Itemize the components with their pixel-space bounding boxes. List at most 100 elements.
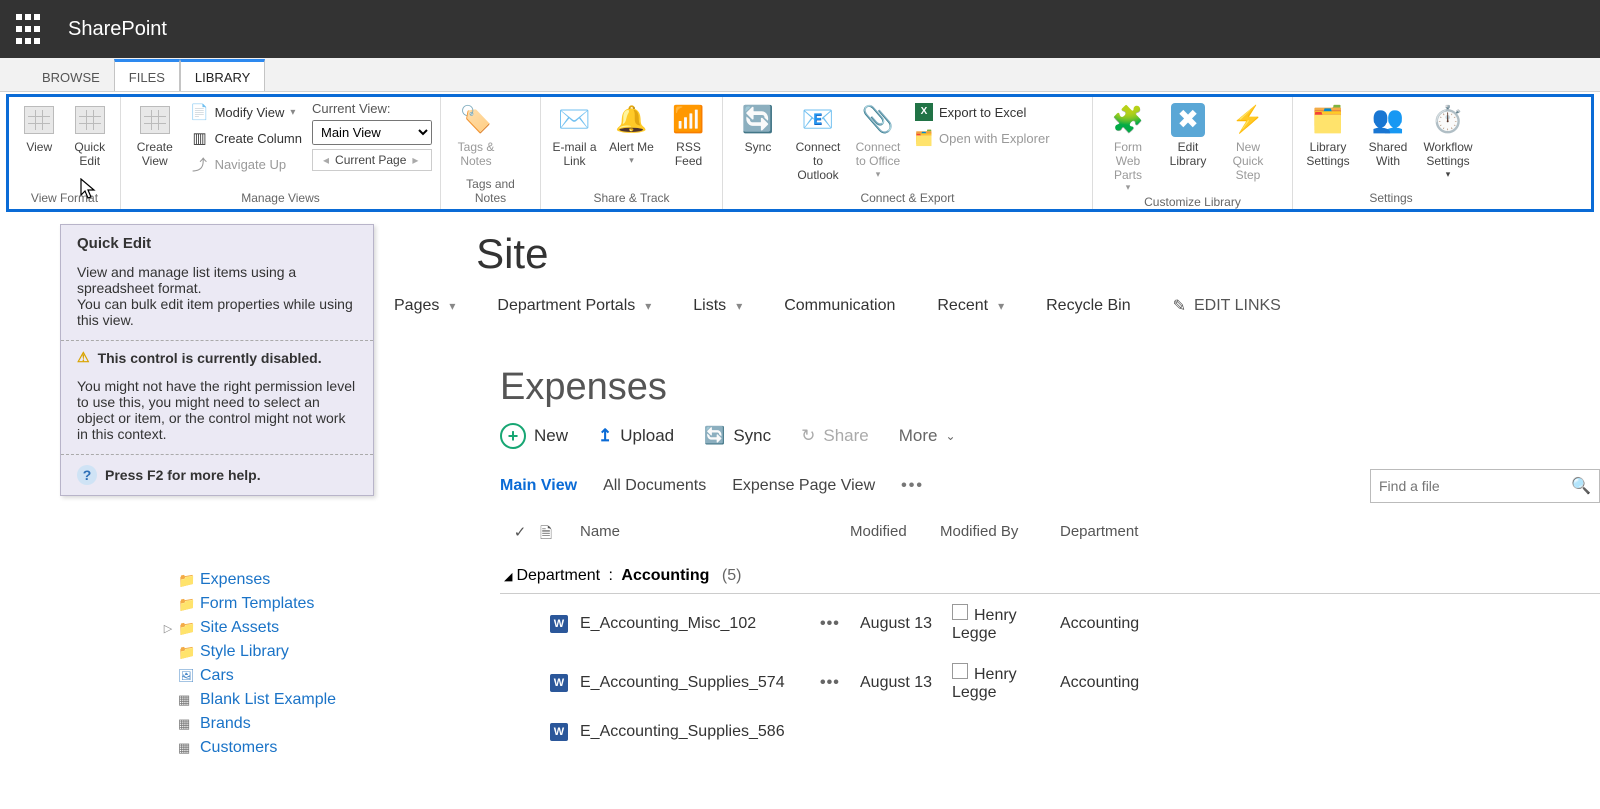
file-name: E_Accounting_Supplies_574: [580, 674, 820, 692]
edit-library-button[interactable]: ✖Edit Library: [1161, 101, 1215, 169]
tab-files[interactable]: FILES: [114, 59, 180, 91]
upload-button[interactable]: ↥Upload: [598, 426, 674, 446]
pencil-icon: ✎: [1173, 296, 1186, 316]
view-all-documents[interactable]: All Documents: [603, 477, 706, 495]
current-view-select[interactable]: Main View: [312, 120, 432, 145]
navigate-up-button[interactable]: ⤴Navigate Up: [187, 153, 306, 175]
chevron-down-icon: ▾: [876, 169, 881, 179]
list-item[interactable]: W E_Accounting_Supplies_586: [500, 712, 1600, 751]
list-icon: ▦: [178, 692, 196, 708]
col-modified-by[interactable]: Modified By: [940, 523, 1060, 548]
view-button[interactable]: View: [17, 101, 62, 155]
col-department[interactable]: Department: [1060, 523, 1180, 548]
file-name: E_Accounting_Misc_102: [580, 615, 820, 633]
list-icon: ▦: [178, 740, 196, 756]
chevron-down-icon: ▾: [1126, 182, 1131, 192]
tree-customers[interactable]: Customers: [200, 739, 277, 757]
tree-blank-list[interactable]: Blank List Example: [200, 691, 336, 709]
library-settings-button[interactable]: 🗂️Library Settings: [1301, 101, 1355, 169]
word-icon: W: [550, 615, 568, 633]
modify-view-button[interactable]: 📄Modify View ▾: [187, 101, 306, 123]
nav-pages[interactable]: Pages▾: [394, 297, 455, 315]
outlook-icon: 📧: [801, 103, 835, 137]
chevron-down-icon: ▾: [998, 299, 1004, 313]
view-expense-page[interactable]: Expense Page View: [732, 477, 875, 495]
sync-button[interactable]: 🔄Sync: [731, 101, 785, 155]
suite-bar: SharePoint: [0, 0, 1600, 58]
alert-me-button[interactable]: 🔔Alert Me▾: [606, 101, 657, 165]
email-link-button[interactable]: ✉️E-mail a Link: [549, 101, 600, 169]
file-dept: Accounting: [1060, 674, 1180, 692]
nav-recent[interactable]: Recent▾: [937, 297, 1004, 315]
new-quick-step-button[interactable]: ⚡New Quick Step: [1221, 101, 1275, 182]
excel-icon: X: [915, 103, 933, 121]
ribbon-highlight: View Quick Edit View Format Create View …: [6, 94, 1594, 212]
tab-library[interactable]: LIBRARY: [180, 59, 265, 91]
upload-icon: ↥: [598, 426, 612, 446]
edit-links-button[interactable]: ✎EDIT LINKS: [1173, 296, 1281, 316]
word-icon: W: [550, 723, 568, 741]
sync-button-toolbar[interactable]: 🔄Sync: [704, 426, 771, 446]
form-web-parts-button[interactable]: 🧩Form Web Parts▾: [1101, 101, 1155, 193]
list-item[interactable]: W E_Accounting_Supplies_574 ••• August 1…: [500, 653, 1600, 712]
folder-icon: 📁: [178, 572, 196, 589]
shared-with-button[interactable]: 👥Shared With: [1361, 101, 1415, 169]
nav-department-portals[interactable]: Department Portals▾: [497, 297, 651, 315]
tag-icon: 🏷️: [459, 103, 493, 137]
modify-view-icon: 📄: [191, 103, 209, 121]
library-title: Expenses: [500, 366, 1600, 409]
navigate-up-icon: ⤴: [191, 155, 209, 173]
list-item[interactable]: W E_Accounting_Misc_102 ••• August 13 He…: [500, 594, 1600, 653]
tree-cars[interactable]: Cars: [200, 667, 234, 685]
checkbox[interactable]: [952, 663, 968, 679]
connect-outlook-button[interactable]: 📧Connect to Outlook: [791, 101, 845, 182]
checkbox[interactable]: [952, 604, 968, 620]
site-title: ProjeSite: [378, 230, 1600, 278]
tab-browse[interactable]: BROWSE: [28, 62, 114, 91]
item-menu-icon[interactable]: •••: [820, 674, 860, 692]
rss-icon: 📶: [672, 103, 706, 137]
create-view-button[interactable]: Create View: [129, 101, 181, 169]
col-name[interactable]: Name: [580, 523, 850, 548]
group-manage-views: Manage Views: [129, 189, 432, 209]
more-button[interactable]: More⌄: [899, 426, 956, 446]
chevron-down-icon: ▾: [449, 299, 455, 313]
search-icon[interactable]: 🔍: [1571, 476, 1591, 496]
view-more-icon[interactable]: •••: [901, 477, 924, 495]
new-button[interactable]: +New: [500, 423, 568, 449]
connect-office-button[interactable]: 📎Connect to Office▾: [851, 101, 905, 179]
open-explorer-button[interactable]: 🗂️Open with Explorer: [911, 127, 1054, 149]
tags-notes-button[interactable]: 🏷️ Tags & Notes: [449, 101, 503, 169]
expand-icon[interactable]: ▷: [162, 622, 174, 635]
create-column-icon: ▥: [191, 129, 209, 147]
tags-notes-label: Tags & Notes: [449, 141, 503, 169]
current-page-button[interactable]: ◂Current Page▸: [312, 149, 432, 171]
nav-communication[interactable]: Communication: [784, 297, 895, 315]
create-column-button[interactable]: ▥Create Column: [187, 127, 306, 149]
workflow-settings-button[interactable]: ⏱️Workflow Settings▾: [1421, 101, 1475, 179]
tree-brands[interactable]: Brands: [200, 715, 251, 733]
tooltip-desc2: You can bulk edit item properties while …: [77, 296, 357, 328]
check-all[interactable]: ✓: [500, 523, 540, 548]
quick-edit-button[interactable]: Quick Edit: [68, 101, 113, 169]
chevron-down-icon: ⌄: [945, 429, 955, 443]
column-headers: ✓ 🗎 Name Modified Modified By Department: [500, 515, 1600, 557]
share-button[interactable]: ↻Share: [801, 426, 869, 446]
quick-edit-tooltip: Quick Edit View and manage list items us…: [60, 224, 374, 496]
item-menu-icon[interactable]: •••: [820, 615, 860, 633]
rss-feed-button[interactable]: 📶RSS Feed: [663, 101, 714, 169]
find-file-input[interactable]: [1379, 478, 1559, 494]
col-modified[interactable]: Modified: [850, 523, 940, 548]
group-header[interactable]: ◢ Department : Accounting (5): [500, 557, 1600, 594]
nav-recycle-bin[interactable]: Recycle Bin: [1046, 297, 1130, 315]
quick-step-icon: ⚡: [1231, 103, 1265, 137]
tree-style-library[interactable]: Style Library: [200, 643, 289, 661]
nav-lists[interactable]: Lists▾: [693, 297, 742, 315]
app-launcher-icon[interactable]: [12, 13, 44, 45]
view-main[interactable]: Main View: [500, 477, 577, 495]
export-excel-button[interactable]: XExport to Excel: [911, 101, 1054, 123]
tree-site-assets[interactable]: Site Assets: [200, 619, 279, 637]
sync-icon: 🔄: [741, 103, 775, 137]
tree-form-templates[interactable]: Form Templates: [200, 595, 314, 613]
tree-expenses[interactable]: Expenses: [200, 571, 270, 589]
